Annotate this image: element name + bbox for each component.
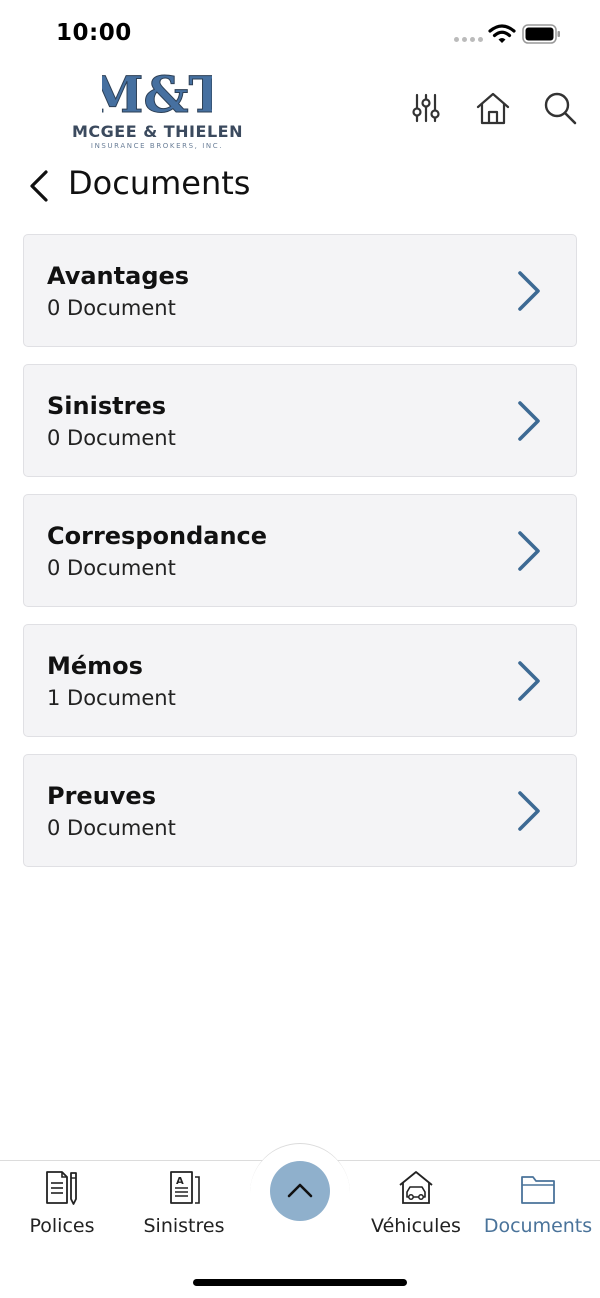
back-chevron-icon[interactable]	[26, 166, 54, 206]
search-icon[interactable]	[542, 90, 578, 126]
home-indicator[interactable]	[193, 1279, 407, 1286]
logo-mark: M&T	[102, 68, 212, 118]
chevron-right-icon	[514, 397, 544, 445]
expand-menu-button[interactable]	[270, 1161, 330, 1221]
status-bar: 10:00	[0, 0, 600, 64]
app-header: M&T MCGEE & THIELEN INSURANCE BROKERS, I…	[0, 64, 600, 154]
claims-document-icon: A	[166, 1169, 202, 1207]
category-count: 1 Document	[47, 686, 176, 710]
category-card-correspondance[interactable]: Correspondance 0 Document	[23, 494, 577, 607]
chevron-right-icon	[514, 527, 544, 575]
vehicle-garage-icon	[398, 1169, 434, 1207]
tab-label: Sinistres	[143, 1215, 225, 1237]
status-time: 10:00	[56, 20, 132, 46]
bottom-tab-bar: Polices A Sinistres Véhicules Documents	[0, 1143, 600, 1298]
company-logo[interactable]: M&T MCGEE & THIELEN INSURANCE BROKERS, I…	[72, 68, 242, 152]
category-title: Preuves	[47, 782, 156, 810]
chevron-right-icon	[514, 657, 544, 705]
wifi-icon	[488, 23, 516, 45]
chevron-right-icon	[514, 267, 544, 315]
category-title: Sinistres	[47, 392, 166, 420]
category-count: 0 Document	[47, 556, 176, 580]
chevron-right-icon	[514, 787, 544, 835]
category-count: 0 Document	[47, 296, 176, 320]
logo-subtitle: INSURANCE BROKERS, INC.	[90, 142, 224, 150]
document-category-list: Avantages 0 Document Sinistres 0 Documen…	[23, 234, 577, 884]
page-title-row: Documents	[0, 160, 600, 212]
category-count: 0 Document	[47, 816, 176, 840]
category-card-preuves[interactable]: Preuves 0 Document	[23, 754, 577, 867]
chevron-up-icon	[287, 1183, 313, 1198]
battery-icon	[522, 24, 562, 44]
logo-name: MCGEE & THIELEN	[72, 122, 243, 141]
tab-documents[interactable]: Documents	[478, 1169, 598, 1239]
page-title: Documents	[68, 164, 251, 202]
policy-document-icon	[44, 1169, 80, 1207]
category-card-memos[interactable]: Mémos 1 Document	[23, 624, 577, 737]
category-title: Mémos	[47, 652, 143, 680]
home-icon[interactable]	[475, 90, 511, 126]
category-card-avantages[interactable]: Avantages 0 Document	[23, 234, 577, 347]
sliders-icon[interactable]	[408, 90, 444, 126]
logo-mark-text: M&T	[102, 68, 212, 118]
svg-text:A: A	[176, 1176, 184, 1187]
category-count: 0 Document	[47, 426, 176, 450]
tab-sinistres[interactable]: A Sinistres	[124, 1169, 244, 1239]
category-title: Avantages	[47, 262, 190, 290]
tab-label: Véhicules	[371, 1215, 461, 1237]
tab-label: Documents	[483, 1215, 593, 1237]
folder-icon	[520, 1169, 556, 1207]
cellular-signal-icon	[454, 37, 484, 43]
tab-label: Polices	[29, 1215, 95, 1237]
category-title: Correspondance	[47, 522, 268, 550]
tab-polices[interactable]: Polices	[2, 1169, 122, 1239]
tab-vehicules[interactable]: Véhicules	[356, 1169, 476, 1239]
category-card-sinistres[interactable]: Sinistres 0 Document	[23, 364, 577, 477]
